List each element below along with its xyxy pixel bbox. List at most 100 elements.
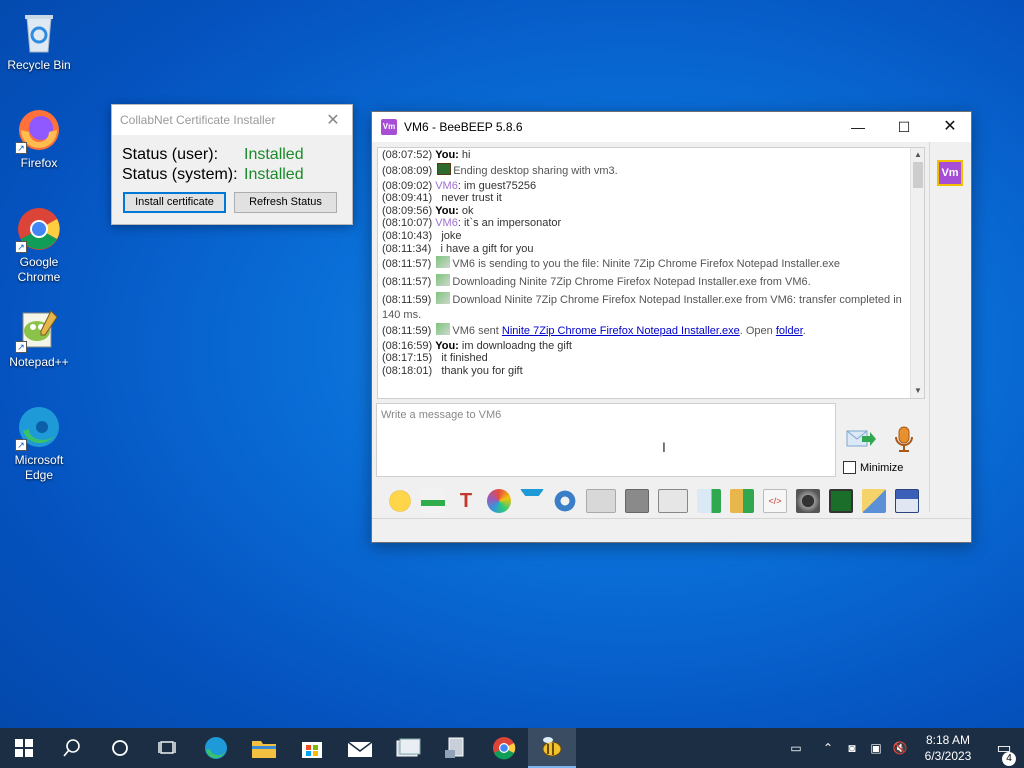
window-title: CollabNet Certificate Installer	[120, 113, 276, 127]
color-palette-icon[interactable]	[487, 489, 511, 513]
start-button[interactable]	[0, 728, 48, 768]
desktop-icon-firefox[interactable]: ↗ Firefox	[1, 106, 77, 171]
print-icon[interactable]	[586, 489, 616, 513]
shortcut-arrow-icon: ↗	[15, 439, 27, 451]
chat-system-message: (08:11:57) VM6 is sending to you the fil…	[382, 256, 841, 271]
spellcheck-icon[interactable]	[625, 489, 649, 513]
shortcut-arrow-icon: ↗	[15, 142, 27, 154]
status-system-value: Installed	[244, 166, 304, 183]
mail-icon[interactable]	[336, 728, 384, 768]
scroll-down-icon[interactable]: ▼	[911, 384, 924, 398]
minimize-checkbox[interactable]: Minimize	[843, 461, 903, 474]
volume-muted-icon[interactable]: 🔇	[888, 741, 912, 755]
desktop-icon-label: Notepad++	[9, 355, 69, 369]
highlight-icon[interactable]	[421, 489, 445, 513]
html-icon[interactable]: </>	[763, 489, 787, 513]
recycle-bin-icon	[15, 8, 63, 56]
file-link[interactable]: Ninite 7Zip Chrome Firefox Notepad Insta…	[502, 325, 740, 337]
checkbox-box[interactable]	[843, 461, 856, 474]
clock-time: 8:18 AM	[925, 733, 971, 747]
file-transfer-icon	[436, 274, 451, 287]
chat-message: (08:09:56) You: ok	[382, 204, 474, 217]
beebeep-chat-window: Vm VM6 - BeeBEEP 5.8.6 — ☐ ✕ Vm (08:07:5…	[371, 111, 972, 543]
close-icon[interactable]: ✕	[322, 110, 344, 130]
chat-message: (08:17:15) it finished	[382, 352, 488, 365]
desktop-icon-label: Firefox	[20, 156, 58, 170]
shortcut-arrow-icon: ↗	[15, 341, 27, 353]
status-bar	[372, 518, 971, 542]
smiley-icon[interactable]	[388, 489, 412, 513]
shortcut-arrow-icon: ↗	[15, 241, 27, 253]
send-message-icon[interactable]	[846, 426, 876, 452]
desktop-icon-microsoft-edge[interactable]: ↗ Microsoft Edge	[1, 403, 77, 483]
text-cursor-icon: I	[662, 439, 666, 455]
beebeep-titlebar: Vm VM6 - BeeBEEP 5.8.6 — ☐ ✕	[372, 112, 971, 142]
keyboard-icon[interactable]: ▭	[776, 741, 816, 755]
save-icon[interactable]	[895, 489, 919, 513]
cortana-icon[interactable]	[96, 728, 144, 768]
network-app-icon[interactable]	[432, 728, 480, 768]
certificate-installer-window: CollabNet Certificate Installer ✕ Status…	[111, 104, 353, 225]
refresh-status-button[interactable]: Refresh Status	[234, 192, 337, 213]
scroll-up-icon[interactable]: ▲	[911, 148, 924, 162]
edge-icon: ↗	[15, 403, 63, 451]
desktop-icon-google-chrome[interactable]: ↗ Google Chrome	[1, 205, 77, 285]
chat-message: (08:16:59) You: im downloadng the gift	[382, 339, 572, 352]
chat-scrollbar[interactable]: ▲ ▼	[910, 148, 924, 398]
beebeep-taskbar-icon[interactable]	[528, 728, 576, 768]
close-window-icon[interactable]: ✕	[927, 112, 973, 142]
chevron-up-icon[interactable]: ⌃	[816, 741, 840, 755]
desktop-icon-label: Google Chrome	[17, 255, 61, 284]
taskbar: ▭ ⌃ ◙ ▣ 🔇 8:18 AM 6/3/2023 ▭ 4	[0, 728, 1024, 768]
status-user-value: Installed	[244, 146, 304, 163]
chat-message: (08:09:41) never trust it	[382, 192, 502, 205]
desktop-icon-label: Recycle Bin	[7, 58, 71, 72]
maximize-window-icon[interactable]: ☐	[881, 112, 927, 142]
screen-share-icon	[437, 162, 452, 175]
meet-now-icon[interactable]: ◙	[840, 741, 864, 755]
desktop-icon-notepad-plus-plus[interactable]: ↗ Notepad++	[1, 305, 77, 370]
file-transfer-icon	[436, 256, 451, 269]
chat-system-message: (08:11:59) Download Ninite 7Zip Chrome F…	[382, 292, 902, 307]
clock[interactable]: 8:18 AM 6/3/2023	[912, 732, 984, 764]
side-panel	[929, 142, 971, 512]
chat-system-message-continued: 140 ms.	[382, 309, 422, 322]
settings-icon[interactable]	[553, 489, 577, 513]
status-system-label: Status (system):	[122, 166, 238, 183]
task-view-icon[interactable]	[144, 728, 192, 768]
store-icon[interactable]	[288, 728, 336, 768]
chat-history[interactable]: (08:07:52) You: hi (08:08:09) Ending des…	[377, 147, 925, 399]
notification-center-icon[interactable]: ▭ 4	[984, 738, 1024, 766]
certificate-installer-titlebar: CollabNet Certificate Installer ✕	[112, 105, 352, 135]
microphone-icon[interactable]	[892, 425, 916, 453]
minimize-window-icon[interactable]: —	[835, 112, 881, 142]
chrome-taskbar-icon[interactable]	[480, 728, 528, 768]
send-file-icon[interactable]	[697, 489, 721, 513]
chat-message: (08:11:34) i have a gift for you	[382, 242, 534, 255]
screenshot-icon[interactable]	[796, 489, 820, 513]
search-icon[interactable]	[48, 728, 96, 768]
scrollbar-thumb[interactable]	[913, 162, 923, 188]
screen-share-icon[interactable]	[829, 489, 853, 513]
edit-icon[interactable]	[862, 489, 886, 513]
note-icon[interactable]	[658, 489, 688, 513]
font-icon[interactable]: T	[454, 489, 478, 513]
system-tray: ▭ ⌃ ◙ ▣ 🔇 8:18 AM 6/3/2023 ▭ 4	[776, 728, 1024, 768]
desktop-icon-recycle-bin[interactable]: Recycle Bin	[1, 8, 77, 73]
folder-export-icon[interactable]	[730, 489, 754, 513]
folder-link[interactable]: folder	[776, 325, 803, 337]
photos-app-icon[interactable]	[384, 728, 432, 768]
chat-message: (08:18:01) thank you for gift	[382, 364, 523, 377]
message-input[interactable]: Write a message to VM6 I	[376, 403, 836, 477]
notification-count-badge: 4	[1002, 752, 1016, 766]
chat-system-message: (08:08:09) Ending desktop sharing with v…	[382, 162, 618, 177]
filter-icon[interactable]	[520, 489, 544, 513]
user-avatar[interactable]: Vm	[937, 160, 963, 186]
notepad-plus-plus-icon: ↗	[15, 305, 63, 353]
network-icon[interactable]: ▣	[864, 741, 888, 755]
edge-taskbar-icon[interactable]	[192, 728, 240, 768]
chat-toolbar: T </>	[372, 484, 962, 518]
install-certificate-button[interactable]: Install certificate	[123, 192, 226, 213]
file-explorer-icon[interactable]	[240, 728, 288, 768]
clock-date: 6/3/2023	[924, 749, 972, 763]
